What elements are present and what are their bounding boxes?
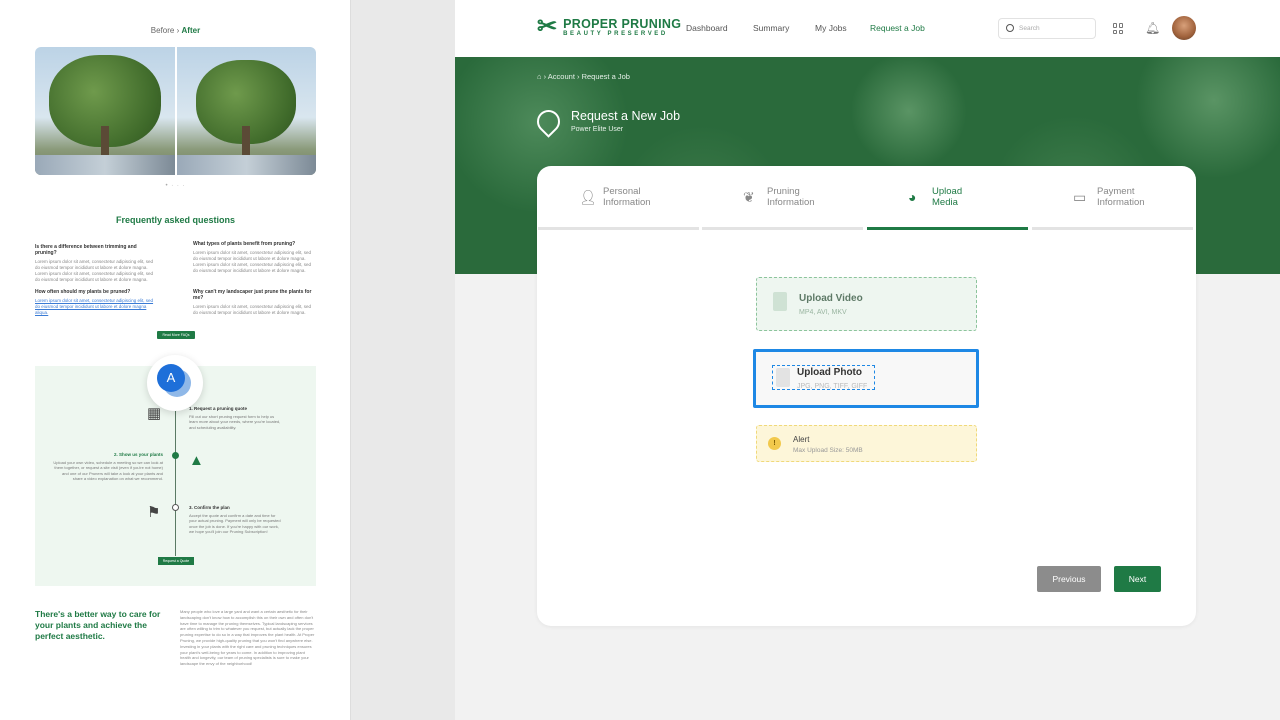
step-title: 1. Request a pruning quote [189,406,248,411]
tab-progress-bar [702,227,863,230]
nav-summary[interactable]: Summary [753,23,789,33]
tab-label: Upload Media [932,186,963,208]
tab-progress-bar [1032,227,1193,230]
user-tier: Power Elite User [571,126,624,133]
timeline-line [175,406,176,556]
step-item: 3. Confirm the plan Accept the quote and… [189,505,281,535]
timeline-node [172,452,179,459]
previous-button[interactable]: Previous [1037,566,1101,592]
tab-progress-bar [867,227,1028,230]
faq-answer: Lorem ipsum dolor sit amet, consectetur … [193,304,312,315]
tab-upload-media[interactable]: ◕ Upload Media [866,166,1029,230]
top-navbar: ✂ PROPER PRUNING BEAUTY PRESERVED Dashbo… [455,0,1280,57]
bell-icon[interactable]: 🔔︎ [1145,21,1160,35]
search-input[interactable]: Search [998,18,1096,39]
search-placeholder: Search [1019,25,1040,32]
home-icon[interactable]: ⌂ [537,72,542,81]
step-item: 1. Request a pruning quote Fill out our … [189,406,281,430]
step-text: Accept the quote and confirm a date and … [189,512,281,535]
faq-answer: Lorem ipsum dolor sit amet, consectetur … [35,259,154,282]
leaf-icon [532,105,565,138]
tab-label: Payment Information [1097,186,1145,208]
landing-page-preview: Before › After • · · · Frequently asked … [0,0,351,720]
before-label: Before [150,26,175,35]
tab-personal-information[interactable]: 👤︎ Personal Information [537,166,700,230]
faq-question: Why can't my landscaper just prune the p… [193,289,312,301]
breadcrumb: ⌂ › Account › Request a Job [537,72,630,81]
faq-answer-link[interactable]: Lorem ipsum dolor sit amet, consectetur … [35,298,155,316]
faq-item: Why can't my landscaper just prune the p… [193,289,313,316]
flag-icon: ⚑ [147,504,161,521]
upload-video-title: Upload Video [799,293,863,304]
upload-video-formats: MP4, AVI, MKV [799,309,847,316]
step-text: Fill out our short pruning request form … [189,413,281,430]
better-way-heading: There's a better way to care for your pl… [35,609,161,641]
upload-photo-title: Upload Photo [797,367,862,378]
faq-item: How often should my plants be pruned? Lo… [35,289,155,316]
upload-photo-dropzone[interactable]: Upload Photo JPG, PNG, TIFF, GIFF [753,349,979,408]
search-icon [1006,24,1014,32]
step-title: 3. Confirm the plan [189,505,230,510]
credit-card-icon: ▭ [1073,189,1087,205]
before-after-photos[interactable] [35,47,316,175]
breadcrumb-account[interactable]: Account [548,72,575,81]
request-form-card: 👤︎ Personal Information ❦ Pruning Informat… [537,166,1196,626]
faq-answer: Lorem ipsum dolor sit amet, consectetur … [193,250,312,273]
avatar-bubble[interactable]: A [147,355,203,411]
before-photo [35,47,175,175]
pie-icon: ◕ [908,189,917,205]
page-title: Request a New Job [571,109,681,123]
before-after-separator: › [176,26,180,35]
better-way-text: Many people who love a large yard and wa… [180,609,315,667]
tab-payment-information[interactable]: ▭ Payment Information [1031,166,1194,230]
step-text: Upload your own video, schedule a meetin… [53,459,163,482]
tab-progress-bar [538,227,699,230]
nav-my-jobs[interactable]: My Jobs [815,23,847,33]
faq-title: Frequently asked questions [115,215,236,225]
faq-question: What types of plants benefit from prunin… [193,241,296,247]
alert-icon: ! [768,437,781,450]
after-label: After [181,26,201,35]
user-avatar[interactable] [1172,16,1196,40]
nav-dashboard[interactable]: Dashboard [686,23,728,33]
breadcrumb-request-a-job: Request a Job [581,72,630,81]
avatar-letter: A [157,364,185,392]
request-job-app: ✂ PROPER PRUNING BEAUTY PRESERVED Dashbo… [455,0,1280,720]
tab-label: Personal Information [603,186,651,208]
logo-title: PROPER PRUNING [563,17,682,31]
before-after-label: Before › After [0,26,350,35]
faq-question: Is there a difference between trimming a… [35,244,137,256]
timeline-node [172,504,179,511]
carousel-dots[interactable]: • · · · [0,183,350,189]
alert-title: Alert [793,435,810,444]
upload-photo-formats: JPG, PNG, TIFF, GIFF [797,383,868,390]
faq-item: What types of plants benefit from prunin… [193,241,313,274]
nav-request-a-job[interactable]: Request a Job [870,23,925,33]
after-photo [176,47,316,175]
step-title: 2. Show us your plants [113,452,163,457]
video-file-icon [773,292,787,311]
step-item: 2. Show us your plants Upload your own v… [53,452,163,482]
upload-size-alert: ! Alert Max Upload Size: 50MB [756,425,977,462]
alert-text: Max Upload Size: 50MB [793,447,863,454]
shears-icon: ✂ [537,13,558,40]
upload-video-dropzone[interactable]: Upload Video MP4, AVI, MKV [756,277,977,331]
leaves-icon: ❦ [743,189,755,205]
request-quote-button[interactable]: Request a Quote [158,557,194,565]
next-button[interactable]: Next [1114,566,1161,592]
logo[interactable]: ✂ PROPER PRUNING BEAUTY PRESERVED [537,15,681,39]
calculator-icon: ▦ [147,405,162,422]
tree-icon: ▲ [189,452,204,469]
logo-subtitle: BEAUTY PRESERVED [563,31,668,37]
faq-question: How often should my plants be pruned? [35,289,131,295]
read-more-faqs-button[interactable]: Read More FAQs [157,331,195,339]
tab-label: Pruning Information [767,186,815,208]
tab-pruning-information[interactable]: ❦ Pruning Information [701,166,864,230]
faq-item: Is there a difference between trimming a… [35,244,155,283]
apps-grid-icon[interactable] [1113,23,1124,34]
person-icon: 👤︎ [579,189,597,205]
